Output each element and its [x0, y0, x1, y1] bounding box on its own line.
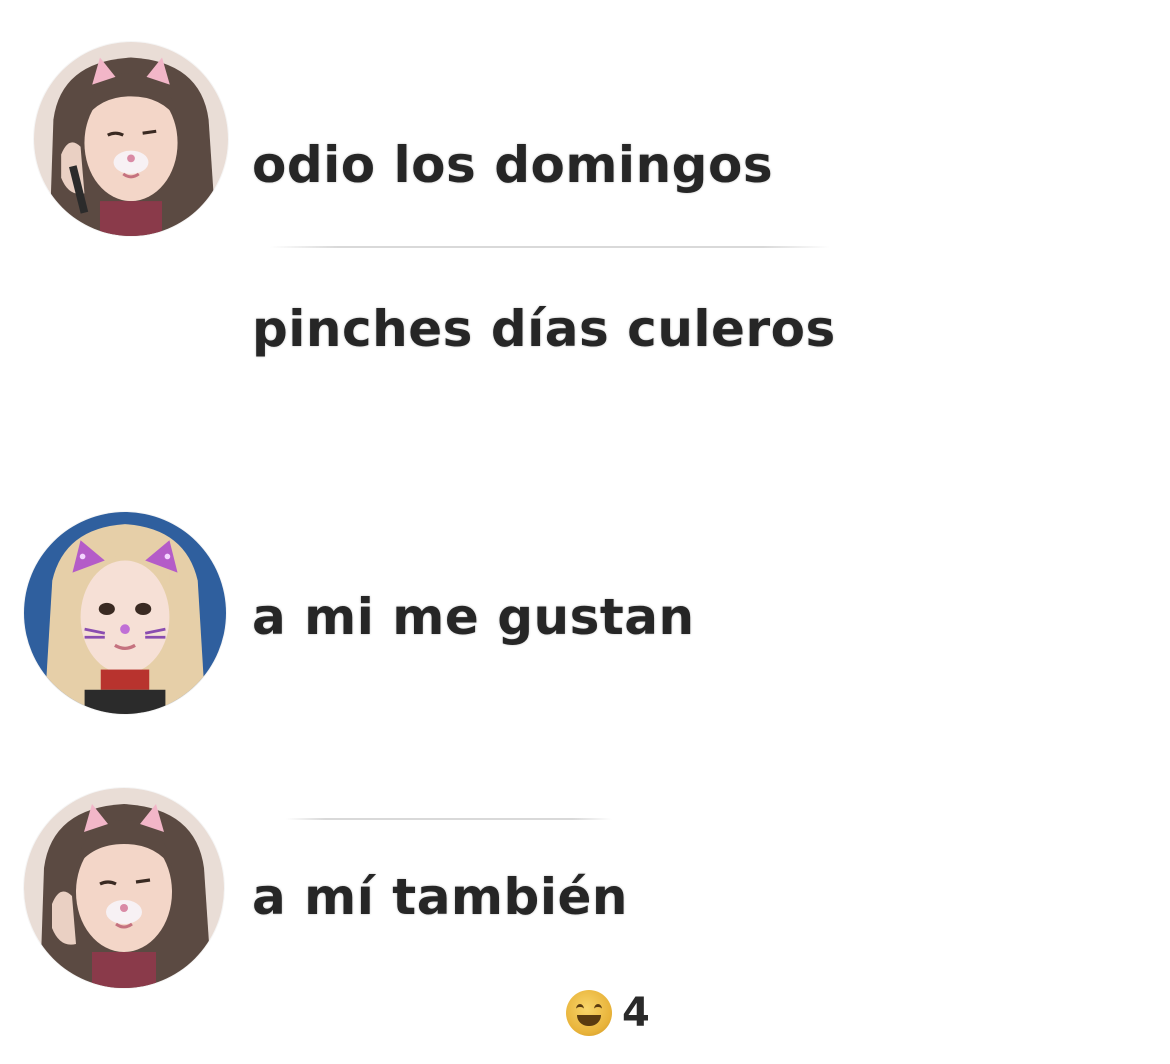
user-avatar[interactable]: [24, 512, 226, 714]
message-divider: [286, 818, 612, 820]
user-avatar[interactable]: [34, 42, 228, 236]
message-text: a mí también: [252, 868, 628, 926]
reaction-count: 4: [622, 990, 650, 1036]
reaction-badge[interactable]: 4: [566, 990, 650, 1036]
message-text: odio los domingos: [252, 136, 774, 194]
chat-thread: odio los domingos pinches días culeros a…: [0, 0, 1170, 1064]
message-text: pinches días culeros: [252, 300, 836, 358]
avatar-image: [24, 788, 224, 988]
grinning-face-icon: [566, 990, 612, 1036]
message-text: a mi me gustan: [252, 588, 695, 646]
avatar-image: [24, 512, 226, 714]
avatar-image: [34, 42, 228, 236]
user-avatar[interactable]: [24, 788, 224, 988]
message-divider: [270, 246, 830, 248]
